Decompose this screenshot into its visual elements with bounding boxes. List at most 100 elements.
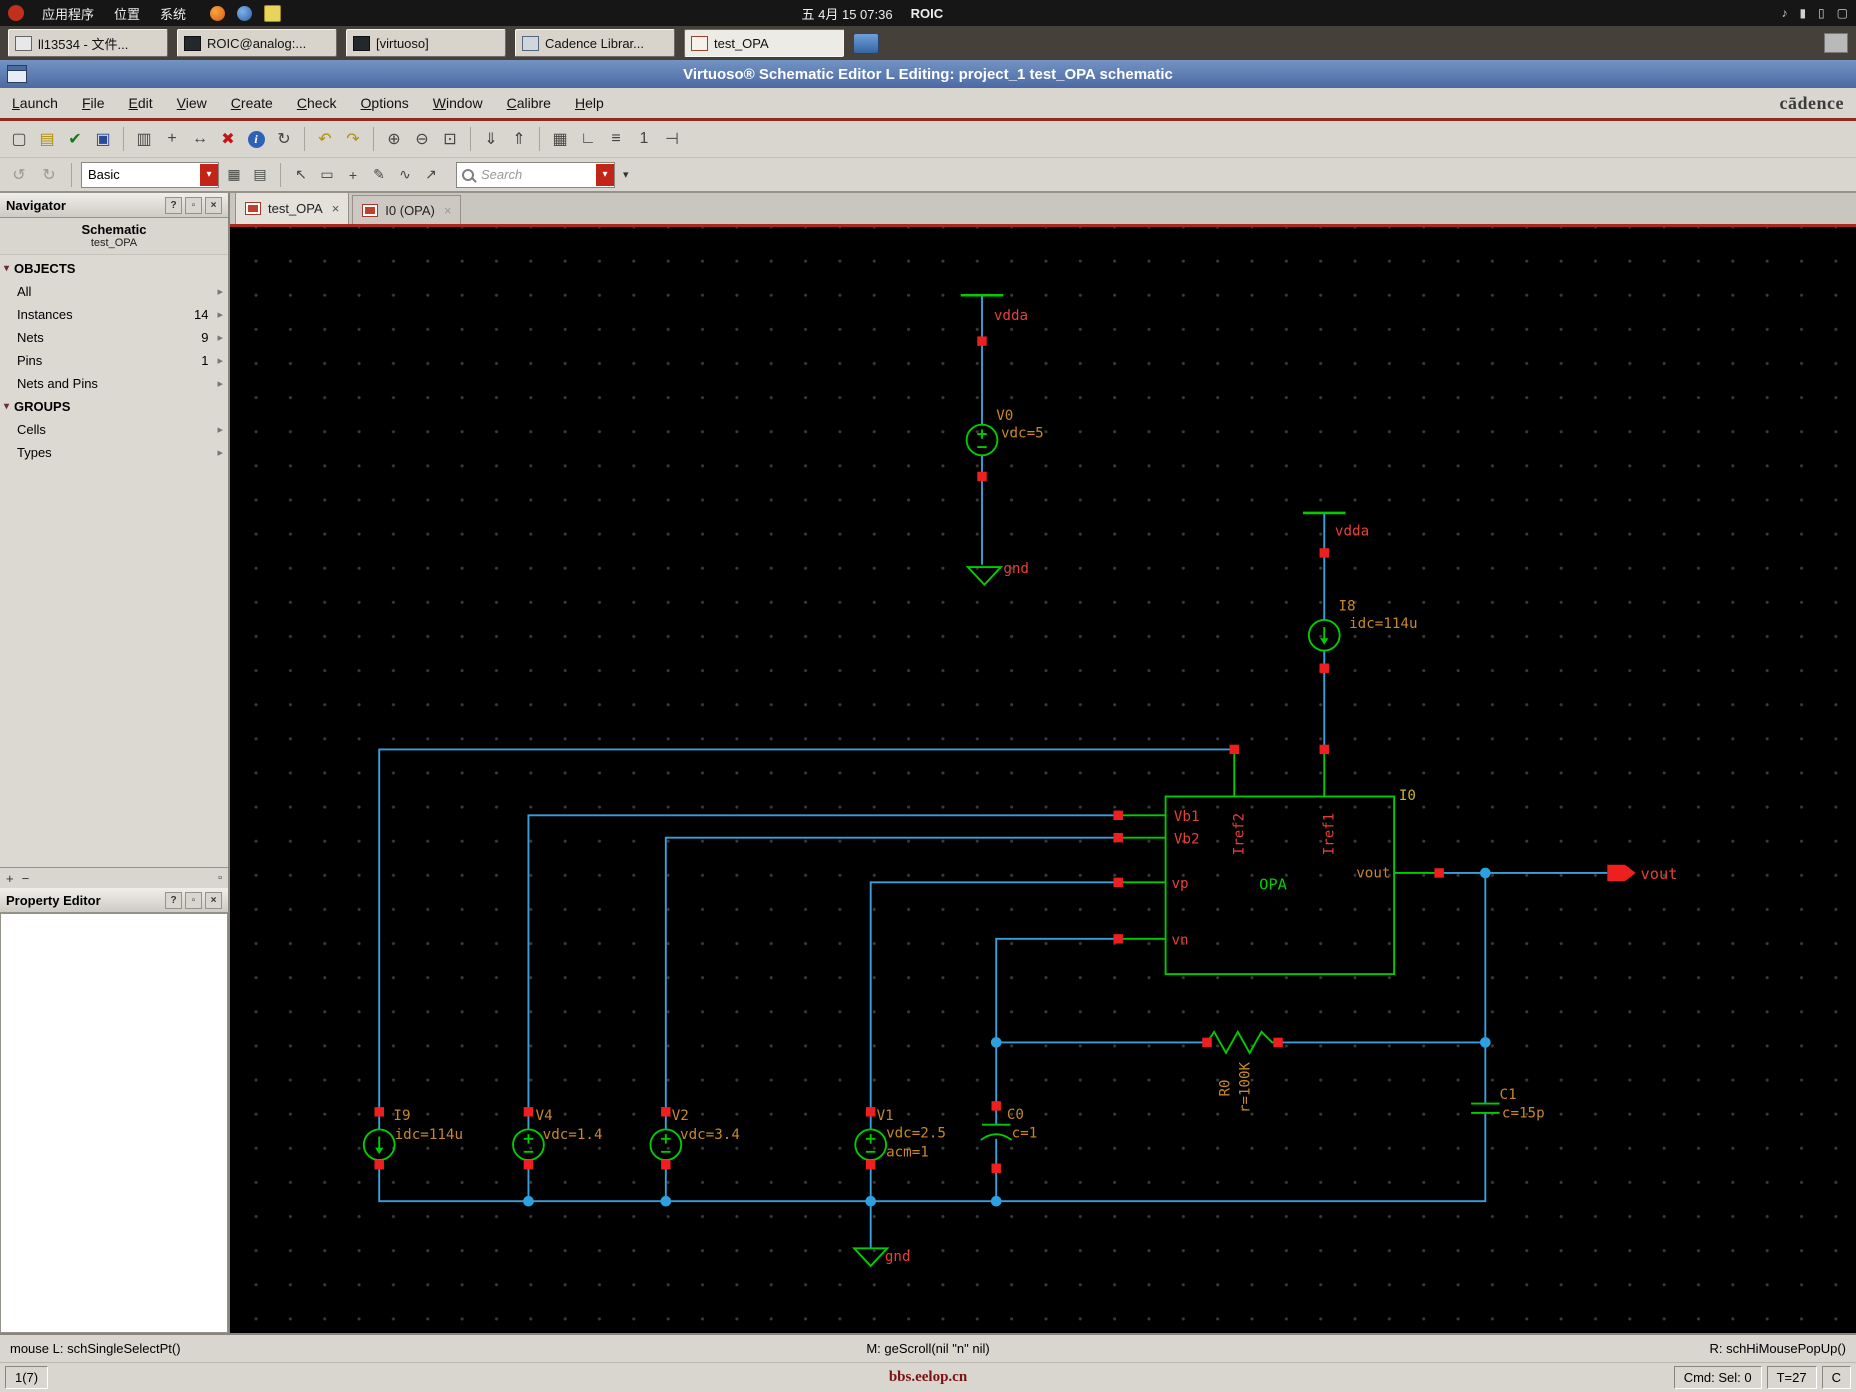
edit-mode-icon[interactable]: ✎	[368, 164, 390, 186]
cell-label[interactable]: OPA	[1259, 875, 1287, 893]
instance-value[interactable]: vdc=2.5	[886, 1126, 946, 1142]
expand-arrow-icon[interactable]: ▸	[217, 377, 223, 390]
sidebar-item-all[interactable]: All ▸	[0, 280, 228, 303]
taskbar-button-virtuoso[interactable]: [virtuoso]	[346, 29, 506, 57]
return-to-top-icon[interactable]: ⇑	[506, 126, 532, 152]
port-vout[interactable]: vout	[1607, 864, 1678, 883]
tab-test-opa[interactable]: test_OPA ×	[235, 193, 350, 224]
property-editor-header[interactable]: Property Editor ? ▫ ×	[0, 888, 228, 913]
volume-icon[interactable]: ♪	[1781, 6, 1787, 20]
taskbar-button-terminal[interactable]: ROIC@analog:...	[177, 29, 337, 57]
create-pin-icon[interactable]: ⊣	[659, 126, 685, 152]
instance-value[interactable]: vdc=3.4	[680, 1127, 740, 1143]
descend-edit-icon[interactable]: ⇓	[478, 126, 504, 152]
pin-label-vn[interactable]: vn	[1171, 933, 1188, 949]
workspace-dropdown-icon[interactable]: ▾	[200, 163, 218, 186]
menu-launch[interactable]: Launch	[12, 95, 58, 111]
instance-value2[interactable]: acm=1	[886, 1145, 929, 1161]
collapse-all-icon[interactable]: −	[22, 871, 30, 886]
undo-icon[interactable]: ↶	[312, 126, 338, 152]
menu-window[interactable]: Window	[433, 95, 483, 111]
probe-mode-icon[interactable]: ↗	[420, 164, 442, 186]
close-icon[interactable]: ×	[205, 891, 222, 909]
distro-logo-icon[interactable]	[8, 5, 24, 21]
view-back-icon[interactable]: ↺	[6, 162, 32, 188]
create-wire-icon[interactable]: ∟	[575, 126, 601, 152]
create-instance-icon[interactable]: ▦	[547, 126, 573, 152]
instance-name[interactable]: R0	[1217, 1080, 1233, 1097]
float-panel-icon[interactable]: ▫	[185, 196, 202, 214]
list-view-icon[interactable]: ▤	[249, 164, 271, 186]
expand-arrow-icon[interactable]: ▸	[217, 285, 223, 298]
instance-name[interactable]: V2	[672, 1108, 689, 1124]
delete-icon[interactable]: ✖	[215, 126, 241, 152]
vdda-label[interactable]: vdda	[994, 308, 1028, 324]
search-box[interactable]: ▾	[456, 161, 615, 188]
app-launcher-icon[interactable]	[237, 5, 253, 21]
expand-arrow-icon[interactable]: ▸	[217, 354, 223, 367]
battery-icon[interactable]: ▮	[1799, 6, 1806, 20]
instance-value[interactable]: vdc=1.4	[543, 1127, 603, 1143]
sidebar-item-nets[interactable]: Nets 9 ▸	[0, 326, 228, 349]
port-label[interactable]: vout	[1640, 865, 1677, 883]
menu-edit[interactable]: Edit	[129, 95, 153, 111]
rotate-icon[interactable]: ↻	[271, 126, 297, 152]
instance-name[interactable]: I9	[393, 1108, 410, 1124]
panel-box-icon[interactable]: ▫	[218, 872, 222, 884]
display-icon[interactable]: ▢	[1837, 6, 1848, 20]
wire-mode-icon[interactable]: ∿	[394, 164, 416, 186]
menu-check[interactable]: Check	[297, 95, 337, 111]
stretch-icon[interactable]: ↔	[187, 126, 213, 152]
tree-section-objects[interactable]: ▾ OBJECTS	[0, 257, 228, 280]
area-select-icon[interactable]: ▭	[316, 164, 338, 186]
tab-close-icon[interactable]: ×	[442, 203, 452, 218]
instance-value[interactable]: c=15p	[1502, 1106, 1545, 1122]
move-mode-icon[interactable]: +	[342, 164, 364, 186]
pin-label-vp[interactable]: vp	[1171, 876, 1188, 892]
help-icon[interactable]: ?	[165, 891, 182, 909]
single-select-icon[interactable]: ↖	[290, 164, 312, 186]
schematic-svg[interactable]: vdda vdda gnd gnd V0 vdc=5 I8 idc=114u I…	[230, 227, 1856, 1333]
instance-name[interactable]: I8	[1338, 599, 1355, 615]
input-device-icon[interactable]: ▯	[1818, 6, 1825, 20]
menu-create[interactable]: Create	[231, 95, 273, 111]
close-icon[interactable]: ×	[205, 196, 222, 214]
move-icon[interactable]: +	[159, 126, 185, 152]
schematic-canvas[interactable]: vdda vdda gnd gnd V0 vdc=5 I8 idc=114u I…	[230, 227, 1856, 1333]
menu-options[interactable]: Options	[361, 95, 409, 111]
workspace-combobox[interactable]: Basic ▾	[81, 161, 219, 188]
instance-value[interactable]: idc=114u	[1349, 616, 1417, 632]
instance-value[interactable]: idc=114u	[395, 1127, 463, 1143]
pin-label-vout[interactable]: vout	[1356, 866, 1390, 882]
collapse-triangle-icon[interactable]: ▾	[4, 401, 9, 412]
instance-name[interactable]: C0	[1007, 1107, 1024, 1123]
search-input[interactable]	[479, 166, 591, 183]
gnd-label[interactable]: gnd	[885, 1249, 911, 1265]
menu-file[interactable]: File	[82, 95, 105, 111]
file-cabinet-icon[interactable]	[853, 32, 879, 54]
tab-i0-opa[interactable]: I0 (OPA) ×	[352, 195, 462, 224]
check-and-save-icon[interactable]: ✔	[62, 126, 88, 152]
toolbar-overflow-icon[interactable]: ▾	[619, 168, 633, 181]
menu-help[interactable]: Help	[575, 95, 604, 111]
taskbar-button-library-manager[interactable]: Cadence Librar...	[515, 29, 675, 57]
applications-menu[interactable]: 应用程序	[40, 4, 96, 23]
zoom-fit-icon[interactable]: ⊡	[437, 126, 463, 152]
screenshot-tool-icon[interactable]	[1824, 33, 1848, 53]
create-wire-name-icon[interactable]: 1	[631, 126, 657, 152]
pin-label-vb2[interactable]: Vb2	[1174, 832, 1200, 848]
pin-label-iref2[interactable]: Iref2	[1232, 813, 1248, 855]
window-titlebar[interactable]: Virtuoso® Schematic Editor L Editing: pr…	[0, 60, 1856, 88]
expand-all-icon[interactable]: +	[6, 871, 14, 886]
save-icon[interactable]: ▣	[90, 126, 116, 152]
open-icon[interactable]: ▤	[34, 126, 60, 152]
instance-name[interactable]: V1	[877, 1108, 894, 1124]
sidebar-item-nets-and-pins[interactable]: Nets and Pins ▸	[0, 372, 228, 395]
expand-arrow-icon[interactable]: ▸	[217, 446, 223, 459]
sidebar-item-instances[interactable]: Instances 14 ▸	[0, 303, 228, 326]
redo-icon[interactable]: ↷	[340, 126, 366, 152]
expand-arrow-icon[interactable]: ▸	[217, 331, 223, 344]
system-menu[interactable]: 系统	[158, 4, 188, 23]
expand-arrow-icon[interactable]: ▸	[217, 423, 223, 436]
instance-name[interactable]: I0	[1399, 788, 1416, 804]
